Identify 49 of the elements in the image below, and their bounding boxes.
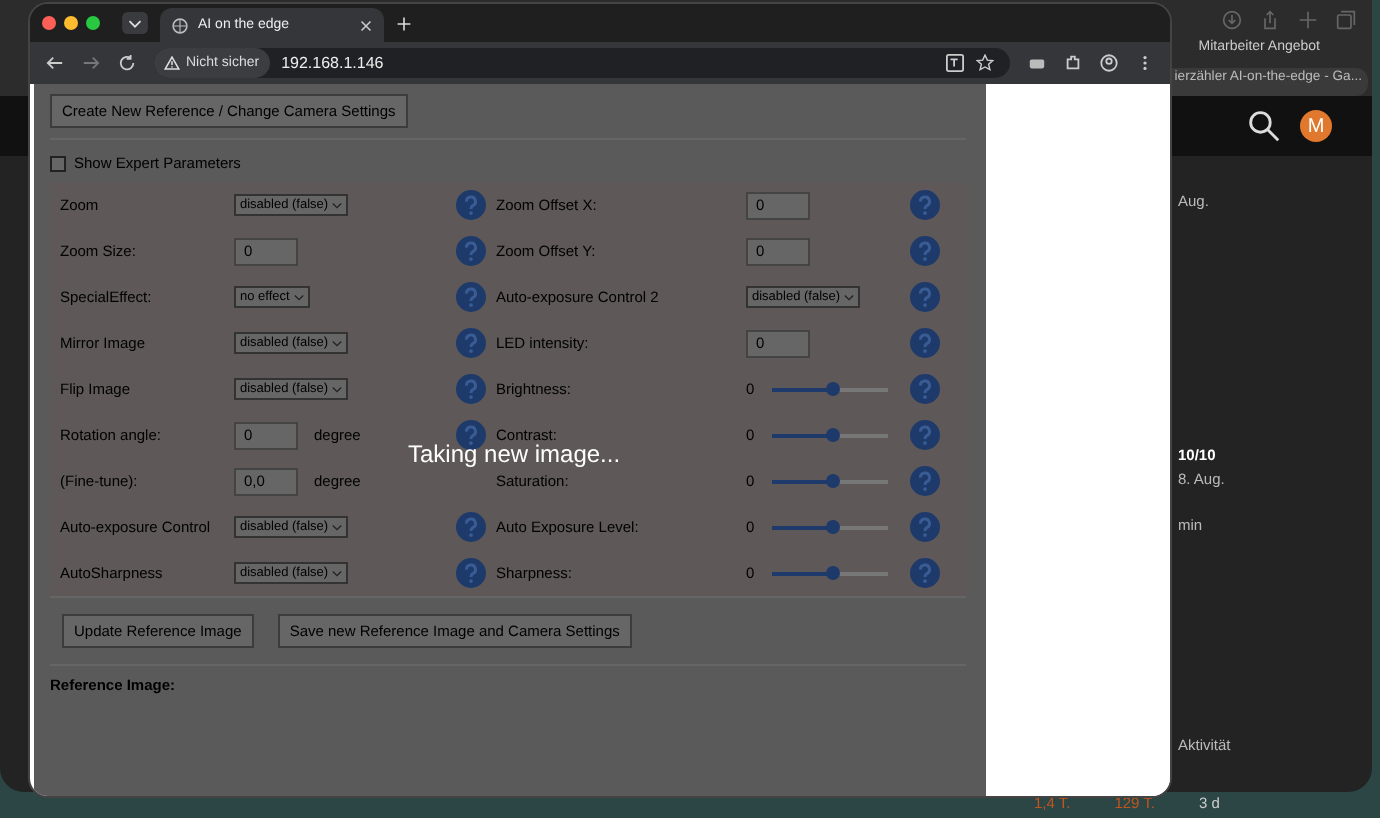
avatar[interactable]: M — [1300, 110, 1332, 142]
help-icon[interactable] — [456, 282, 486, 312]
help-icon[interactable] — [456, 512, 486, 542]
search-icon[interactable] — [1248, 110, 1280, 142]
help-icon[interactable] — [456, 374, 486, 404]
globe-icon — [172, 17, 188, 33]
caret-icon — [332, 339, 343, 347]
help-icon[interactable] — [910, 374, 940, 404]
loading-message: Taking new image... — [408, 440, 621, 468]
slider-thumb[interactable] — [826, 381, 841, 395]
help-icon[interactable] — [456, 236, 486, 266]
reload-icon[interactable] — [118, 54, 136, 72]
help-icon[interactable] — [910, 558, 940, 588]
translate-icon[interactable] — [946, 54, 964, 72]
star-icon[interactable] — [976, 54, 994, 72]
download-icon[interactable] — [1222, 10, 1242, 30]
tabs-icon[interactable] — [1336, 10, 1356, 30]
caret-icon — [332, 201, 343, 209]
slider-thumb[interactable] — [826, 565, 841, 579]
help-icon[interactable] — [910, 420, 940, 450]
help-icon[interactable] — [456, 328, 486, 358]
caret-icon — [844, 293, 855, 301]
maximize-icon[interactable] — [86, 16, 100, 30]
url-text: 192.168.1.146 — [281, 54, 384, 72]
help-icon[interactable] — [910, 328, 940, 358]
close-icon[interactable] — [360, 19, 372, 31]
slider-thumb[interactable] — [826, 427, 841, 441]
help-icon[interactable] — [910, 512, 940, 542]
back-arrow-icon[interactable] — [46, 54, 64, 72]
help-icon[interactable] — [910, 282, 940, 312]
help-icon[interactable] — [456, 558, 486, 588]
share-icon[interactable] — [1260, 10, 1280, 30]
caret-icon — [332, 385, 343, 393]
chevron-down-icon[interactable] — [122, 12, 148, 34]
help-icon[interactable] — [910, 236, 940, 266]
profile-icon[interactable] — [1100, 54, 1118, 72]
help-icon[interactable] — [456, 190, 486, 220]
caret-icon — [332, 569, 343, 577]
minimize-icon[interactable] — [64, 16, 78, 30]
caret-icon — [332, 523, 343, 531]
help-icon[interactable] — [910, 190, 940, 220]
forward-arrow-icon[interactable] — [82, 54, 100, 72]
expert-checkbox[interactable] — [50, 155, 66, 171]
slider-thumb[interactable] — [826, 473, 841, 487]
caret-icon — [293, 293, 304, 301]
close-icon[interactable] — [42, 16, 56, 30]
slider-thumb[interactable] — [826, 519, 841, 533]
help-icon[interactable] — [910, 466, 940, 496]
warning-icon — [164, 56, 180, 70]
